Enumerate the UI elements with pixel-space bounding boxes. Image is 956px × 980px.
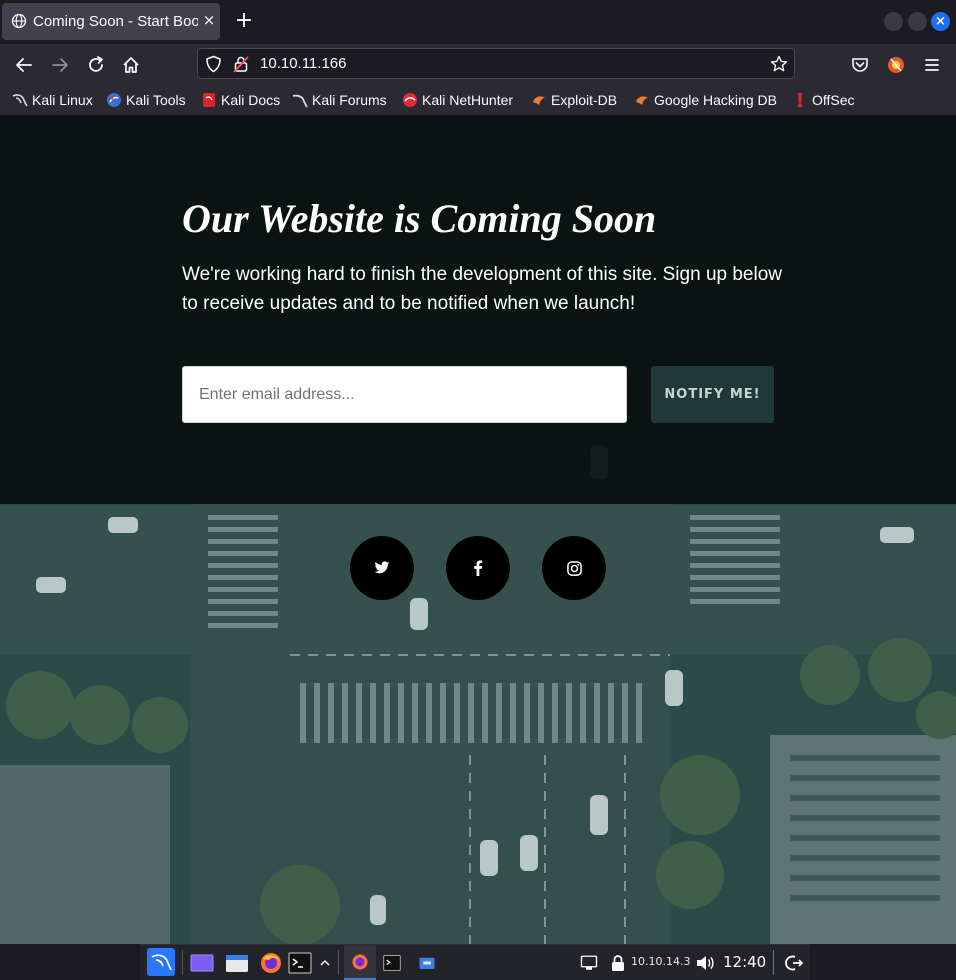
chevron-up-icon[interactable] bbox=[318, 951, 332, 975]
exploit-db-icon bbox=[533, 96, 545, 105]
desktop-background bbox=[810, 944, 956, 979]
taskbar-firefox-window[interactable] bbox=[344, 945, 376, 980]
kali-forums-icon bbox=[292, 94, 308, 108]
minimize-button[interactable] bbox=[884, 12, 903, 31]
volume-icon[interactable] bbox=[695, 953, 715, 973]
hero-section: Our Website is Coming Soon We're working… bbox=[0, 115, 956, 504]
reload-icon[interactable] bbox=[85, 54, 107, 76]
kali-tools-icon bbox=[107, 93, 121, 107]
twitter-icon bbox=[374, 561, 390, 574]
firefox-icon bbox=[352, 954, 368, 970]
insecure-lock-icon[interactable] bbox=[233, 55, 249, 73]
new-tab-button[interactable]: + bbox=[233, 10, 255, 32]
nethunter-icon bbox=[403, 93, 417, 107]
network-icon[interactable] bbox=[580, 954, 598, 972]
desktop-taskbar: 10.10.14.3 12:40 bbox=[140, 944, 810, 980]
bookmark-label: Kali Docs bbox=[221, 92, 281, 108]
kali-dragon-icon bbox=[12, 94, 28, 107]
show-desktop-icon[interactable] bbox=[190, 951, 214, 975]
url-text[interactable]: 10.10.11.166 bbox=[260, 55, 346, 72]
menu-icon[interactable] bbox=[921, 54, 943, 76]
home-icon[interactable] bbox=[120, 54, 142, 76]
globe-icon bbox=[11, 13, 27, 29]
vpn-ip-address: 10.10.14.3 bbox=[631, 955, 691, 968]
file-manager-icon[interactable] bbox=[225, 951, 249, 975]
bookmark-exploit-db[interactable]: Exploit-DB bbox=[531, 90, 617, 110]
pocket-icon[interactable] bbox=[849, 54, 871, 76]
forward-icon[interactable] bbox=[49, 54, 71, 76]
tab-bar: Coming Soon - Start Bootstrap × + × bbox=[0, 0, 956, 44]
twitter-button[interactable] bbox=[350, 536, 414, 600]
close-window-button[interactable]: × bbox=[931, 12, 950, 31]
tab-close-icon[interactable]: × bbox=[200, 11, 218, 29]
extension-icon[interactable] bbox=[885, 54, 907, 76]
facebook-button[interactable] bbox=[446, 536, 510, 600]
clock[interactable]: 12:40 bbox=[723, 953, 766, 971]
tracking-shield-icon[interactable] bbox=[205, 55, 222, 73]
navigation-toolbar: 10.10.11.166 bbox=[0, 44, 956, 86]
facebook-icon bbox=[474, 560, 483, 576]
offsec-icon bbox=[798, 93, 802, 108]
bookmark-kali-linux[interactable]: Kali Linux bbox=[12, 90, 93, 110]
bookmark-label: Kali NetHunter bbox=[422, 92, 514, 108]
bookmark-label: Kali Forums bbox=[312, 92, 387, 108]
bookmark-label: Google Hacking DB bbox=[654, 92, 777, 108]
firefox-launcher-icon[interactable] bbox=[259, 951, 283, 975]
bookmark-label: Kali Linux bbox=[32, 92, 93, 108]
bookmarks-toolbar: Kali Linux Kali Tools Kali Docs Kali For… bbox=[0, 86, 956, 115]
page-viewport: Our Website is Coming Soon We're working… bbox=[0, 115, 956, 944]
kali-docs-icon bbox=[203, 93, 215, 107]
back-icon[interactable] bbox=[13, 54, 35, 76]
taskbar-divider bbox=[338, 950, 339, 975]
url-bar[interactable]: 10.10.11.166 bbox=[197, 48, 795, 79]
bookmark-kali-docs[interactable]: Kali Docs bbox=[201, 90, 280, 110]
logout-icon[interactable] bbox=[785, 954, 803, 972]
email-input[interactable] bbox=[182, 366, 627, 423]
bookmark-label: Exploit-DB bbox=[551, 92, 618, 108]
bookmark-offsec[interactable]: OffSec bbox=[792, 90, 855, 110]
bookmark-google-hacking-db[interactable]: Google Hacking DB bbox=[634, 90, 777, 110]
page-subtext: We're working hard to finish the develop… bbox=[182, 264, 782, 314]
bookmark-label: OffSec bbox=[812, 92, 855, 108]
bookmark-kali-forums[interactable]: Kali Forums bbox=[292, 90, 387, 110]
terminal-launcher-icon[interactable] bbox=[288, 951, 312, 975]
browser-tab[interactable]: Coming Soon - Start Bootstrap × bbox=[2, 3, 220, 40]
bookmark-kali-nethunter[interactable]: Kali NetHunter bbox=[402, 90, 513, 110]
maximize-button[interactable] bbox=[908, 12, 927, 31]
ghdb-icon bbox=[636, 96, 648, 105]
taskbar-terminal-window-icon[interactable] bbox=[383, 954, 401, 972]
bookmark-kali-tools[interactable]: Kali Tools bbox=[106, 90, 186, 110]
taskbar-divider bbox=[182, 950, 183, 975]
taskbar-folder-window-icon[interactable] bbox=[418, 954, 436, 972]
taskbar-divider bbox=[773, 950, 774, 975]
notify-me-button[interactable]: NOTIFY ME! bbox=[651, 366, 774, 423]
instagram-button[interactable] bbox=[542, 536, 606, 600]
desktop-background bbox=[0, 944, 140, 979]
instagram-icon bbox=[566, 560, 582, 576]
kali-menu-icon[interactable] bbox=[147, 948, 175, 976]
bookmark-star-icon[interactable] bbox=[770, 55, 788, 73]
bookmark-label: Kali Tools bbox=[126, 92, 186, 108]
page-headline: Our Website is Coming Soon bbox=[182, 196, 657, 241]
tab-title: Coming Soon - Start Bootstrap bbox=[33, 13, 198, 30]
vpn-lock-icon bbox=[612, 955, 624, 971]
